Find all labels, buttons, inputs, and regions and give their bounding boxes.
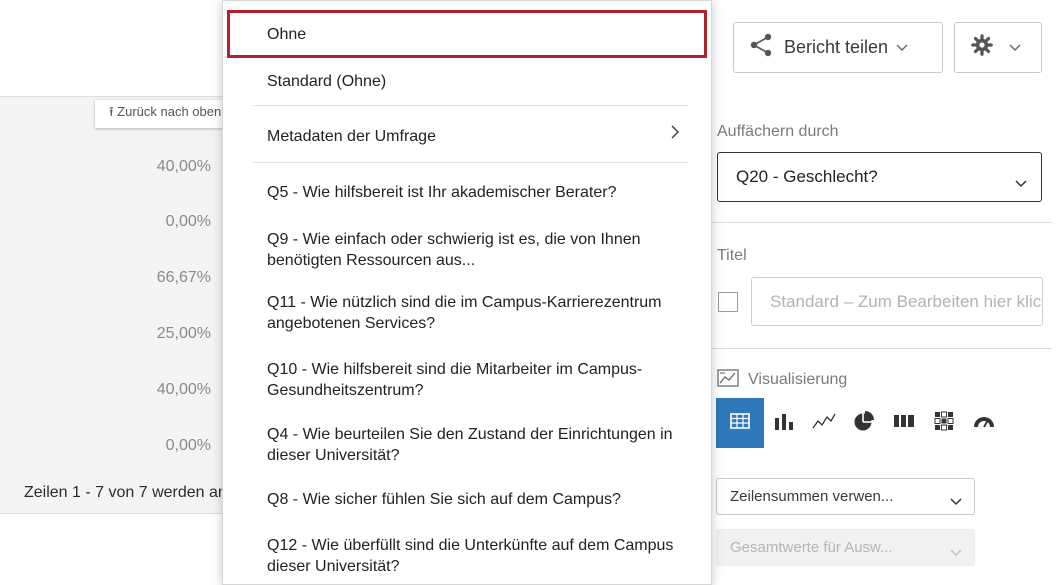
percentage-value: 66,67%: [156, 269, 211, 286]
viz-heatmap-button[interactable]: [924, 398, 964, 448]
percentage-value: 40,00%: [156, 158, 211, 175]
pie-chart-icon: [853, 410, 875, 437]
chevron-down-icon: [1009, 39, 1021, 57]
breakout-label: Auffächern durch: [717, 123, 839, 140]
breakout-value: Q20 - Geschlecht?: [736, 167, 878, 186]
divider: [712, 222, 1052, 223]
settings-button[interactable]: [954, 22, 1042, 73]
stacked-bar-icon: [893, 413, 915, 434]
percentage-value: 0,00%: [165, 437, 211, 454]
line-chart-icon: [812, 412, 836, 435]
title-checkbox[interactable]: [718, 292, 738, 312]
totals-value: Gesamtwerte für Ausw...: [730, 539, 893, 556]
visualization-icon: [717, 369, 739, 394]
menu-item-question[interactable]: Q10 - Wie hilfsbereit sind die Mitarbeit…: [267, 359, 681, 401]
viz-bar-chart-button[interactable]: [764, 398, 804, 448]
row-sums-value: Zeilensummen verwen...: [730, 488, 894, 505]
row-sums-select[interactable]: Zeilensummen verwen...: [716, 478, 975, 515]
divider: [712, 348, 1052, 349]
visualization-label: Visualisierung: [748, 371, 848, 388]
percentage-value: 25,00%: [156, 325, 211, 342]
percentage-value: 40,00%: [156, 381, 211, 398]
title-input[interactable]: Standard – Zum Bearbeiten hier klicken: [751, 277, 1043, 326]
menu-separator: [253, 162, 689, 163]
viz-table-button[interactable]: [716, 398, 764, 448]
gear-icon: [971, 34, 993, 61]
viz-pie-chart-button[interactable]: [844, 398, 884, 448]
menu-item-question[interactable]: Q12 - Wie überfüllt sind die Unterkünfte…: [267, 535, 681, 577]
share-report-label: Bericht teilen: [784, 37, 889, 57]
chevron-down-icon: [950, 493, 962, 510]
menu-item-default[interactable]: Standard (Ohne): [267, 71, 681, 92]
back-to-top-button[interactable]: ⭱ Zurück nach oben: [95, 100, 235, 128]
breakout-select[interactable]: Q20 - Geschlecht?: [717, 152, 1042, 202]
breakout-dropdown-menu: Ohne Standard (Ohne) Metadaten der Umfra…: [222, 0, 712, 585]
menu-item-survey-metadata[interactable]: Metadaten der Umfrage: [267, 126, 681, 147]
viz-stacked-bar-button[interactable]: [884, 398, 924, 448]
heatmap-icon: [934, 411, 954, 436]
chevron-down-icon: [950, 544, 962, 561]
share-icon: [748, 32, 774, 63]
menu-separator: [253, 105, 689, 106]
menu-item-none[interactable]: Ohne: [227, 10, 707, 58]
share-report-button[interactable]: Bericht teilen: [733, 22, 943, 73]
chevron-down-icon: [1015, 173, 1027, 193]
chevron-right-icon: [671, 125, 680, 144]
percentage-value: 0,00%: [165, 213, 211, 230]
chevron-down-icon: [896, 39, 908, 57]
menu-item-question[interactable]: Q9 - Wie einfach oder schwierig ist es, …: [267, 229, 681, 271]
totals-select[interactable]: Gesamtwerte für Ausw...: [716, 529, 975, 566]
visualization-toolbar: [716, 398, 1004, 448]
table-icon: [730, 412, 750, 434]
menu-item-question[interactable]: Q4 - Wie beurteilen Sie den Zustand der …: [267, 424, 681, 466]
menu-item-question[interactable]: Q11 - Wie nützlich sind die im Campus-Ka…: [267, 292, 681, 334]
menu-item-question[interactable]: Q5 - Wie hilfsbereit ist Ihr akademische…: [267, 182, 681, 203]
viz-line-chart-button[interactable]: [804, 398, 844, 448]
viz-gauge-button[interactable]: [964, 398, 1004, 448]
bar-chart-icon: [773, 412, 795, 435]
title-label: Titel: [717, 247, 747, 264]
gauge-icon: [972, 413, 996, 434]
menu-item-question[interactable]: Q8 - Wie sicher fühlen Sie sich auf dem …: [267, 489, 681, 510]
